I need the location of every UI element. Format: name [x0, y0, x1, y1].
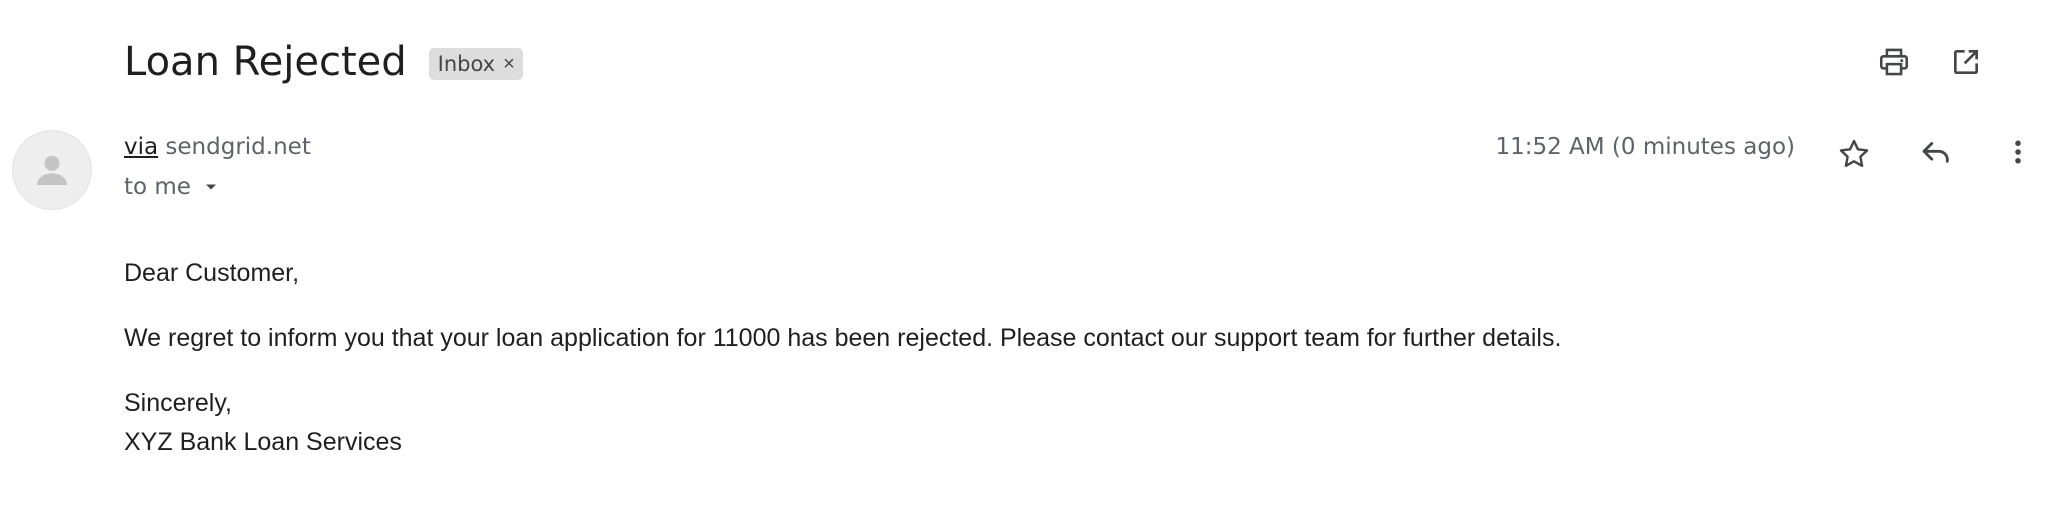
print-button[interactable]	[1872, 40, 1916, 84]
star-button[interactable]	[1832, 132, 1876, 176]
thread-actions	[1872, 40, 2052, 84]
inbox-label-chip[interactable]: Inbox ×	[428, 48, 523, 80]
via-link[interactable]: via	[124, 134, 158, 160]
more-options-button[interactable]	[1996, 130, 2040, 174]
open-in-new-window-icon	[1954, 50, 1978, 74]
email-closing: Sincerely,	[124, 389, 232, 417]
email-signature: XYZ Bank Loan Services	[124, 428, 402, 456]
email-subject: Loan Rejected	[124, 39, 407, 85]
recipient-text: to me	[124, 174, 191, 200]
email-greeting: Dear Customer,	[124, 259, 300, 287]
caret-down-icon	[205, 184, 216, 190]
email-timestamp: 11:52 AM (0 minutes ago)	[1495, 134, 1795, 160]
email-paragraph: We regret to inform you that your loan a…	[124, 324, 1562, 352]
subject-row: Loan Rejected Inbox ×	[124, 34, 523, 90]
remove-label-icon[interactable]: ×	[503, 54, 515, 74]
open-in-new-window-button[interactable]	[1944, 40, 1988, 84]
sender-avatar[interactable]	[12, 130, 92, 210]
recipient-toggle[interactable]: to me	[124, 174, 221, 200]
more-vert-icon	[2015, 140, 2021, 164]
person-icon	[37, 155, 67, 185]
reply-icon	[1922, 142, 1949, 163]
email-body: Dear Customer, We regret to inform you t…	[124, 254, 2004, 462]
print-icon	[1879, 48, 1909, 76]
star-icon	[1839, 139, 1869, 167]
sender-domain: sendgrid.net	[165, 134, 311, 160]
label-text: Inbox	[437, 52, 496, 76]
message-actions	[1832, 128, 2052, 172]
reply-button[interactable]	[1914, 130, 1958, 174]
sender-line: via sendgrid.net	[124, 134, 311, 160]
